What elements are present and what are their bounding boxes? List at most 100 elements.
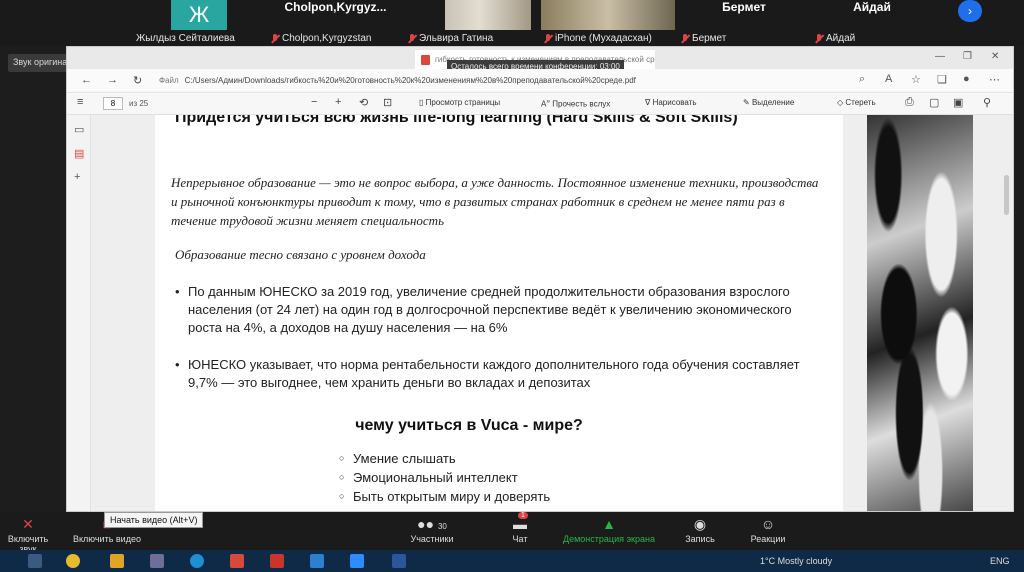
next-page-icon[interactable]: › [958,0,982,22]
participant-tile[interactable]: iPhone (Мухадасхан) [541,0,675,46]
unmute-button[interactable]: ✕ Включить звук [0,514,56,554]
back-icon[interactable]: ← [81,74,92,86]
reactions-icon: ☺ [760,516,776,532]
page-number-input[interactable]: 8 [103,97,123,110]
add-icon[interactable]: + [74,171,80,183]
forward-icon[interactable]: → [107,74,118,86]
record-label: Запись [685,534,715,544]
mic-off-icon: ✕ [22,516,34,532]
search-icon[interactable]: ⌕ [859,73,865,86]
minimize-icon[interactable]: — [935,51,945,62]
reactions-button[interactable]: ☺ Реакции [740,514,796,544]
participant-avatar: Ж [171,0,227,30]
skype-icon[interactable] [190,554,204,568]
participant-tile[interactable]: Эльвира Гатина [405,0,539,46]
participants-count: 30 [437,522,447,531]
participants-label: Участники [410,534,454,544]
zoom-participant-strip: Ж Жылдыз Сейталиева Cholpon,Kyrgyz... Ch… [0,0,1024,46]
participant-tile[interactable]: Айдай Айдай [812,0,932,46]
language-indicator[interactable]: ENG [990,556,1010,566]
skill-item: Умение слышать [339,449,550,468]
close-icon[interactable]: ✕ [991,51,999,62]
address-bar: ← → ↻ Файл C:/Users/Админ/Downloads/гибко… [67,69,1013,93]
view-page-label: Просмотр страницы [425,98,501,107]
record-button[interactable]: ◉ Запись [674,514,726,544]
tab-bar: гибкость готовность к изменениям в препо… [67,47,1013,73]
erase-label: Стереть [845,98,876,107]
share-screen-icon: ▲ [602,516,616,532]
video-tooltip: Начать видео (Alt+V) [104,512,204,528]
skill-item: Эмоциональный интеллект [339,468,550,487]
menu-icon[interactable]: ⋯ [989,73,1000,86]
contents-icon[interactable]: ≡ [77,96,83,108]
erase-button[interactable]: ◇ Стереть [837,98,876,107]
pdf-page: Придется учиться всю жизнь life-long lea… [155,115,843,511]
fit-page-icon[interactable]: ⊡ [383,96,392,109]
pdf-canvas: Придется учиться всю жизнь life-long lea… [91,115,1013,511]
pin-icon[interactable]: ⚲ [983,96,991,109]
participant-name: Айдай [826,33,856,44]
thumbnails-icon[interactable]: ▭ [74,123,84,136]
draw-button[interactable]: ∇ Нарисовать [645,98,697,107]
participant-tile[interactable]: Ж Жылдыз Сейталиева [133,0,265,46]
slide-intro: Непрерывное образование — это не вопрос … [171,175,819,228]
reactions-label: Реакции [750,534,786,544]
participants-button[interactable]: ●● 30 Участники [400,514,464,544]
bullet-item: По данным ЮНЕСКО за 2019 год, увеличение… [175,283,815,337]
chat-badge: 1 [518,512,528,519]
mic-off-icon [408,33,416,44]
read-aloud-button[interactable]: A» Прочесть вслух [541,98,610,109]
save-icon[interactable]: ▢ [929,96,939,109]
weather-widget[interactable]: 1°C Mostly cloudy [760,556,832,566]
app-x-icon[interactable] [270,554,284,568]
word-icon[interactable] [392,554,406,568]
vertical-scrollbar[interactable] [1004,175,1009,215]
mic-off-icon [681,33,689,44]
share-screen-button[interactable]: ▲ Демонстрация экрана [556,514,662,544]
zoom-out-icon[interactable]: − [311,96,317,108]
zoom-app-icon[interactable] [350,554,364,568]
task-view-icon[interactable] [28,554,42,568]
collections-icon[interactable]: ❏ [937,73,947,86]
read-mode-icon[interactable]: A [885,73,892,85]
reload-icon[interactable]: ↻ [133,74,142,87]
participant-name: Жылдыз Сейталиева [136,33,235,44]
skill-item: Быть открытым миру и доверять [339,487,550,506]
slide-subheading: чему учиться в Vuca - мире? [355,417,583,434]
screen: Ж Жылдыз Сейталиева Cholpon,Kyrgyz... Ch… [0,0,1024,572]
profile-icon[interactable]: ● [963,73,970,85]
participant-name: Эльвира Гатина [419,33,494,44]
participant-name: iPhone (Мухадасхан) [555,33,652,44]
slide-headline: Придется учиться всю жизнь life-long lea… [175,115,738,126]
mic-off-icon [815,33,823,44]
page-count: из 25 [129,99,149,108]
app-icon[interactable] [150,554,164,568]
participant-tile[interactable]: Cholpon,Kyrgyz... Cholpon,Kyrgyzstan [268,0,403,46]
edge-icon[interactable] [310,554,324,568]
chat-button[interactable]: ▬ 1 Чат [500,512,540,544]
rotate-icon[interactable]: ⟲ [359,96,368,109]
highlight-button[interactable]: ✎ Выделение [743,98,794,107]
mic-off-icon [544,33,552,44]
view-page-button[interactable]: ▯ Просмотр страницы [419,98,500,107]
url-text: C:/Users/Админ/Downloads/гибкость%20и%20… [184,76,636,85]
favorite-icon[interactable]: ☆ [911,73,921,86]
zoom-in-icon[interactable]: + [335,96,341,108]
pdf-toolbar: ≡ 8 из 25 − + ⟲ ⊡ ▯ Просмотр страницы A»… [67,93,1013,115]
maximize-icon[interactable]: ❐ [963,51,972,62]
participant-video [541,0,675,30]
explorer-icon[interactable] [110,554,124,568]
print-icon[interactable]: ⎙ [905,96,914,109]
participant-tile[interactable]: Бермет Бермет [678,0,810,46]
chrome-icon[interactable] [66,554,80,568]
save-as-icon[interactable]: ▣ [953,96,963,109]
url-field[interactable]: Файл C:/Users/Админ/Downloads/гибкость%20… [159,73,859,89]
participant-top-label: Айдай [853,0,891,14]
pdf-app-icon[interactable] [230,554,244,568]
left-pane [0,46,66,512]
participant-top-label: Бермет [722,0,766,14]
pdf-file-icon[interactable]: ▤ [74,147,84,160]
browser-window: гибкость готовность к изменениям в препо… [66,46,1014,512]
participant-top-label: Cholpon,Kyrgyz... [284,0,387,14]
chat-label: Чат [512,534,528,544]
